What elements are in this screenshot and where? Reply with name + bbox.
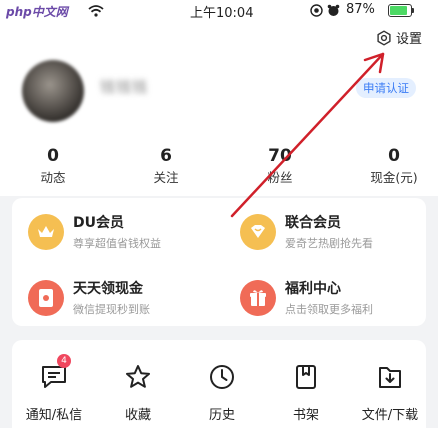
- service-subtitle: 尊享超值省钱权益: [73, 237, 161, 250]
- stat-cash-value: 0: [388, 146, 400, 166]
- tool-favorites[interactable]: 收藏: [98, 362, 178, 423]
- service-subtitle: 点击领取更多福利: [285, 303, 373, 316]
- service-title: 天天领现金: [73, 281, 143, 297]
- bookshelf-icon: [291, 362, 321, 392]
- tool-label: 收藏: [124, 408, 151, 423]
- message-icon: 4: [39, 354, 71, 392]
- stat-following-label: 关注: [153, 170, 179, 185]
- verify-button[interactable]: 申请认证: [356, 78, 416, 98]
- notification-badge: 4: [57, 354, 71, 368]
- gift-icon: [240, 279, 276, 316]
- status-bar: php中文网 上午10:04 87%: [0, 0, 438, 22]
- avatar[interactable]: [22, 60, 84, 122]
- stat-following-value: 6: [160, 146, 172, 166]
- download-folder-icon: [375, 362, 405, 392]
- settings-button[interactable]: 设置: [376, 28, 422, 47]
- service-title: 福利中心: [285, 281, 341, 297]
- tool-label: 书架: [292, 408, 319, 423]
- tool-notifications[interactable]: 4 通知/私信: [14, 354, 94, 423]
- stat-following[interactable]: 6 关注: [126, 146, 206, 186]
- service-du-vip[interactable]: DU会员 尊享超值省钱权益: [28, 212, 161, 251]
- stat-posts-value: 0: [47, 146, 59, 166]
- tool-files-downloads[interactable]: 文件/下载: [350, 362, 430, 423]
- service-subtitle: 爱奇艺热剧抢先看: [285, 237, 373, 250]
- alarm-icon: [327, 4, 340, 16]
- do-not-disturb-icon: [310, 4, 323, 17]
- tool-label: 通知/私信: [25, 408, 83, 423]
- tool-bookshelf[interactable]: 书架: [266, 362, 346, 423]
- battery-icon: [388, 4, 412, 17]
- service-welfare-center[interactable]: 福利中心 点击领取更多福利: [240, 278, 373, 317]
- star-icon: [123, 362, 153, 392]
- service-daily-cash[interactable]: 天天领现金 微信提现秒到账: [28, 278, 150, 317]
- status-time: 上午10:04: [190, 6, 254, 21]
- stat-cash[interactable]: 0 现金(元): [354, 146, 434, 186]
- stat-fans-value: 70: [268, 146, 292, 166]
- heart-gem-icon: [240, 213, 276, 250]
- service-joint-vip[interactable]: 联合会员 爱奇艺热剧抢先看: [240, 212, 373, 251]
- crown-icon: [28, 213, 64, 250]
- stat-fans[interactable]: 70 粉丝: [240, 146, 320, 186]
- stat-posts-label: 动态: [40, 170, 66, 185]
- settings-label: 设置: [396, 32, 423, 47]
- site-watermark: php中文网: [6, 5, 68, 19]
- wifi-icon: [88, 5, 104, 17]
- service-title: DU会员: [73, 215, 124, 231]
- tool-label: 文件/下载: [361, 408, 419, 423]
- gear-icon: [377, 30, 391, 45]
- tool-history[interactable]: 历史: [182, 362, 262, 423]
- clock-icon: [207, 362, 237, 392]
- tool-label: 历史: [208, 408, 235, 423]
- stat-fans-label: 粉丝: [267, 170, 293, 185]
- service-subtitle: 微信提现秒到账: [73, 303, 150, 316]
- username[interactable]: 钱钱钱: [100, 76, 148, 97]
- service-title: 联合会员: [285, 215, 341, 231]
- battery-percent: 87%: [346, 2, 375, 17]
- stat-posts[interactable]: 0 动态: [13, 146, 93, 186]
- battery-tip: [412, 8, 414, 13]
- stat-cash-label: 现金(元): [370, 170, 418, 185]
- red-envelope-icon: [28, 279, 64, 316]
